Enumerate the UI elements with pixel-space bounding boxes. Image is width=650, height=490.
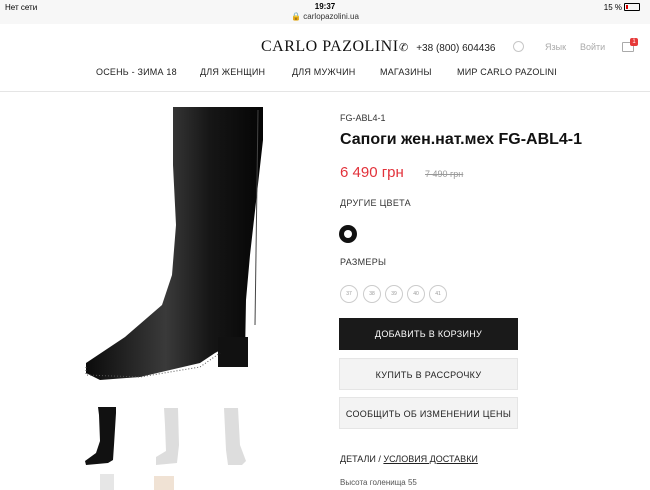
cart-count-badge: 1: [630, 38, 638, 46]
product-title: Сапоги жен.нат.мех FG-ABL4-1: [340, 131, 583, 148]
nav-item-stores[interactable]: МАГАЗИНЫ: [380, 67, 432, 77]
price-alert-button[interactable]: СООБЩИТЬ ОБ ИЗМЕНЕНИИ ЦЕНЫ: [339, 397, 518, 429]
thumbnail-2[interactable]: [148, 405, 188, 470]
login-link[interactable]: Войти: [580, 42, 605, 52]
size-option-38[interactable]: 38: [363, 285, 381, 303]
old-price: 7 490 грн: [425, 169, 464, 179]
details-link[interactable]: ДЕТАЛИ: [340, 454, 376, 464]
sizes-label: РАЗМЕРЫ: [340, 257, 387, 267]
nav-item-men[interactable]: ДЛЯ МУЖЧИН: [292, 67, 356, 77]
search-icon[interactable]: [513, 41, 524, 52]
size-option-40[interactable]: 40: [407, 285, 425, 303]
product-links: ДЕТАЛИ / УСЛОВИЯ ДОСТАВКИ: [340, 454, 478, 464]
other-colors-label: ДРУГИЕ ЦВЕТА: [340, 198, 411, 208]
delivery-terms-link[interactable]: УСЛОВИЯ ДОСТАВКИ: [383, 454, 478, 464]
status-bar: Нет сети 19:37 🔒 carlopazolini.ua 15 %: [0, 0, 650, 24]
nav-item-world[interactable]: МИР CARLO PAZOLINI: [457, 67, 557, 77]
url-text: carlopazolini.ua: [303, 12, 359, 21]
thumbnail-5[interactable]: [150, 470, 190, 490]
brand-logo[interactable]: CARLO PAZOLINI: [261, 38, 399, 56]
size-option-41[interactable]: 41: [429, 285, 447, 303]
buy-installment-button[interactable]: КУПИТЬ В РАССРОЧКУ: [339, 358, 518, 390]
nav-item-autumn-winter[interactable]: ОСЕНЬ - ЗИМА 18: [96, 67, 177, 77]
product-sku: FG-ABL4-1: [340, 113, 386, 123]
product-description: Высота голенища 55: [340, 478, 417, 487]
nav-item-women[interactable]: ДЛЯ ЖЕНЩИН: [200, 67, 265, 77]
battery-indicator: 15 %: [604, 3, 640, 12]
language-selector[interactable]: Язык: [545, 42, 566, 52]
phone-link[interactable]: ✆ +38 (800) 604436: [399, 41, 495, 54]
phone-icon: ✆: [399, 42, 409, 54]
product-image[interactable]: [80, 105, 270, 380]
size-option-39[interactable]: 39: [385, 285, 403, 303]
thumbnail-3[interactable]: [212, 405, 252, 470]
add-to-cart-button[interactable]: ДОБАВИТЬ В КОРЗИНУ: [339, 318, 518, 350]
size-option-37[interactable]: 37: [340, 285, 358, 303]
battery-icon: [624, 3, 640, 11]
clock: 19:37: [314, 2, 336, 11]
product-price: 6 490 грн: [340, 164, 404, 181]
address-bar[interactable]: 🔒 carlopazolini.ua: [0, 12, 650, 21]
color-swatch-black[interactable]: [339, 225, 357, 243]
thumbnail-1[interactable]: [84, 405, 124, 470]
site-header: CARLO PAZOLINI ✆ +38 (800) 604436 Язык Во…: [0, 24, 650, 92]
thumbnail-4[interactable]: [90, 470, 130, 490]
